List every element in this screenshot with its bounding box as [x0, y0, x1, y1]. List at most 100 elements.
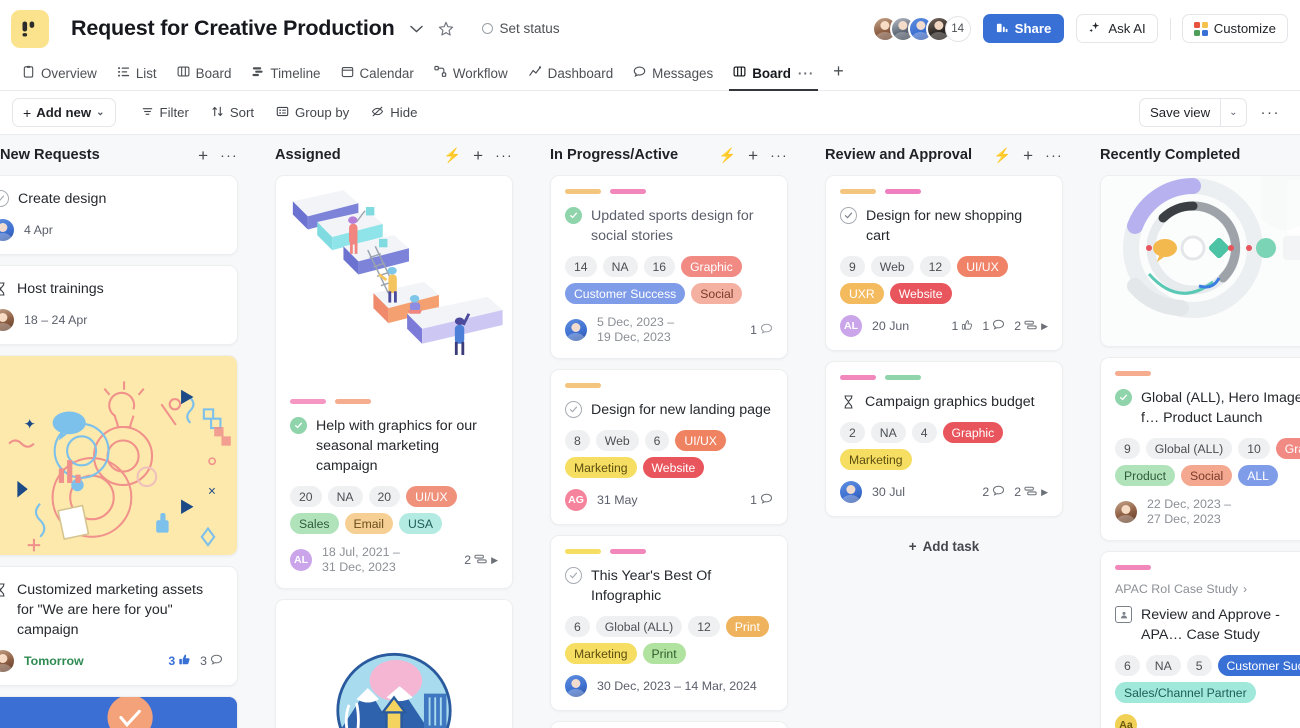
set-status-button[interactable]: Set status — [481, 21, 560, 36]
likes-indicator[interactable]: 1 — [952, 319, 974, 334]
chip[interactable]: Website — [889, 283, 952, 304]
avatar[interactable]: Aa — [1115, 714, 1137, 728]
chip[interactable]: UXR — [840, 283, 884, 304]
chevron-right-icon[interactable]: ▶ — [1041, 487, 1048, 498]
chip[interactable]: NA — [327, 486, 363, 507]
chevron-down-icon[interactable]: ⌄ — [1221, 99, 1245, 126]
chip[interactable]: Web — [870, 256, 914, 277]
automation-bolt-icon[interactable]: ⚡ — [719, 147, 736, 164]
comments-indicator[interactable]: 3 — [200, 653, 223, 669]
hourglass-icon[interactable] — [0, 581, 8, 599]
avatar[interactable] — [565, 675, 587, 697]
task-card[interactable]: Help with graphics for our seasonal mark… — [275, 175, 513, 589]
hourglass-icon[interactable] — [0, 280, 8, 298]
task-card[interactable]: Customized marketing assets for "We are … — [0, 566, 238, 686]
chip[interactable]: Graphic — [942, 422, 1004, 443]
filter-button[interactable]: Filter — [130, 98, 200, 127]
chip[interactable]: USA — [398, 513, 443, 534]
chip[interactable]: 5 — [1186, 655, 1212, 676]
chip[interactable]: 10 — [1238, 438, 1270, 459]
tab-list[interactable]: List — [107, 65, 167, 90]
column-more-button[interactable]: ··· — [770, 147, 788, 163]
add-view-button[interactable]: + — [824, 61, 853, 90]
chip[interactable]: Graphic — [681, 256, 742, 277]
chip[interactable]: Print — [642, 643, 686, 664]
chevron-right-icon[interactable]: ▶ — [1041, 321, 1048, 332]
chip[interactable]: 9 — [1115, 438, 1140, 459]
chip[interactable]: 6 — [1115, 655, 1140, 676]
chip[interactable]: Customer Success — [565, 283, 686, 304]
chip[interactable]: Marketing — [840, 449, 912, 470]
chip[interactable]: 2 — [840, 422, 865, 443]
chip[interactable]: 12 — [919, 256, 952, 277]
ask-ai-button[interactable]: Ask AI — [1076, 14, 1158, 43]
illustration-card[interactable] — [0, 696, 238, 728]
save-view-control[interactable]: Save view ⌄ — [1139, 98, 1247, 127]
subitems-indicator[interactable]: 2 ▶ — [464, 553, 498, 568]
chip[interactable]: NA — [870, 422, 906, 443]
tab-dashboard[interactable]: Dashboard — [518, 65, 624, 90]
check-circle-filled-icon[interactable] — [290, 417, 307, 434]
chip[interactable]: Product — [1115, 465, 1176, 486]
chip[interactable]: ALL — [1238, 465, 1278, 486]
subitems-indicator[interactable]: 2 ▶ — [1014, 319, 1048, 334]
automation-bolt-icon[interactable]: ⚡ — [994, 147, 1011, 164]
task-card[interactable]: Host trainings 18 – 24 Apr — [0, 265, 238, 345]
avatar-overflow-count[interactable]: 14 — [944, 15, 971, 42]
chip[interactable]: Global (ALL) — [1145, 438, 1233, 459]
chip[interactable]: Marketing — [565, 457, 637, 478]
hide-button[interactable]: Hide — [360, 98, 428, 127]
subitems-indicator[interactable]: 2 ▶ — [1014, 485, 1048, 500]
chip[interactable]: 9 — [840, 256, 865, 277]
chip[interactable]: Print — [725, 616, 769, 637]
hourglass-icon[interactable] — [840, 393, 856, 411]
avatar[interactable]: AL — [840, 315, 862, 337]
chip[interactable]: Global (ALL) — [595, 616, 683, 637]
chip[interactable]: Website — [642, 457, 705, 478]
tab-timeline[interactable]: Timeline — [241, 65, 330, 90]
avatar[interactable]: AG — [565, 489, 587, 511]
chip[interactable]: UI/UX — [957, 256, 1008, 277]
chip[interactable]: Grap — [1275, 438, 1300, 459]
illustration-card[interactable]: REYKJAVIK — [275, 599, 513, 728]
chip[interactable]: 20 — [368, 486, 401, 507]
tab-board[interactable]: Board — [167, 65, 242, 90]
sort-button[interactable]: Sort — [200, 98, 265, 127]
chip[interactable]: 20 — [290, 486, 322, 507]
task-card[interactable]: Design for new landing page 8 Web 6 UI/U… — [550, 369, 788, 525]
column-add-item-button[interactable]: + — [1023, 147, 1033, 164]
task-card[interactable]: APAC RoI Case Study › Review and Approve… — [1100, 551, 1300, 728]
column-add-item-button[interactable]: + — [198, 147, 208, 164]
comments-indicator[interactable]: 1 — [750, 492, 773, 508]
chevron-down-icon[interactable] — [408, 20, 426, 38]
chip[interactable]: NA — [1145, 655, 1181, 676]
chip[interactable]: 6 — [644, 430, 670, 451]
save-view-label[interactable]: Save view — [1140, 99, 1220, 126]
check-circle-filled-icon[interactable] — [565, 207, 582, 224]
automation-bolt-icon[interactable]: ⚡ — [444, 147, 461, 164]
task-card[interactable]: Global (ALL), Hero Image f… Product Laun… — [1100, 357, 1300, 541]
avatar[interactable] — [0, 309, 14, 331]
column-add-item-button[interactable]: + — [748, 147, 758, 164]
avatar[interactable]: AL — [290, 549, 312, 571]
chip[interactable]: Email — [344, 513, 393, 534]
chip[interactable]: UI/UX — [675, 430, 726, 451]
tab-more-icon[interactable]: ··· — [798, 66, 814, 81]
task-card[interactable]: Create design 4 Apr — [0, 175, 238, 255]
task-card[interactable]: Campaign graphics budget 2 NA 4 Graphic … — [825, 361, 1063, 517]
tab-calendar[interactable]: Calendar — [331, 65, 424, 90]
check-circle-outline-icon[interactable] — [565, 567, 582, 584]
avatar[interactable] — [840, 481, 862, 503]
chip[interactable]: 8 — [565, 430, 590, 451]
column-more-button[interactable]: ··· — [220, 147, 238, 163]
column-more-button[interactable]: ··· — [495, 147, 513, 163]
avatar[interactable] — [0, 219, 14, 241]
comments-indicator[interactable]: 1 — [982, 318, 1005, 334]
chevron-right-icon[interactable]: ▶ — [491, 555, 498, 566]
illustration-card[interactable]: Ph Pro — [1100, 175, 1300, 347]
add-task-button[interactable]: + Add task — [825, 529, 1063, 563]
task-card[interactable] — [550, 721, 788, 728]
approval-icon[interactable] — [1115, 606, 1132, 623]
check-circle-outline-icon[interactable] — [0, 190, 9, 207]
column-more-button[interactable]: ··· — [1045, 147, 1063, 163]
